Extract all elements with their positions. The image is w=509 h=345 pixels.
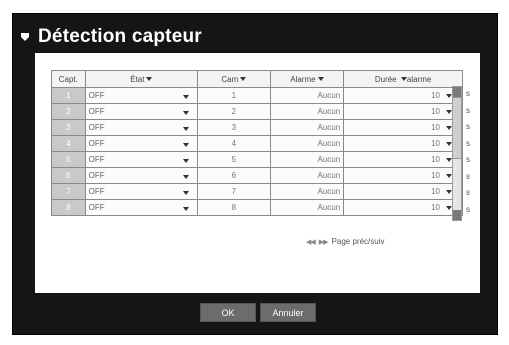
page-navigation: ◀◀ ▶▶ Page préc/suiv (306, 237, 384, 246)
alarm-cell[interactable]: Aucun (269, 119, 345, 136)
sort-down-icon (317, 77, 324, 82)
capt-cell: 1 (51, 87, 86, 104)
state-select[interactable]: OFF (84, 151, 199, 168)
col-header-cam[interactable]: Cam (197, 70, 271, 88)
alarm-cell[interactable]: Aucun (269, 151, 345, 168)
sort-down-icon (146, 77, 153, 82)
page-title: Détection capteur (38, 26, 202, 47)
duration-unit: s (466, 204, 470, 214)
cancel-button[interactable]: Annuler (260, 303, 316, 322)
state-select[interactable]: OFF (84, 199, 199, 216)
duration-select[interactable]: 10 (343, 183, 463, 200)
table-row: 3 OFF 3 Aucun 10 (51, 119, 463, 136)
table-row: 5 OFF 5 Aucun 10 (51, 151, 463, 168)
page-nav-label: Page préc/suiv (331, 237, 385, 246)
next-page-icon[interactable]: ▶▶ (319, 238, 329, 246)
duration-select[interactable]: 10 (343, 135, 463, 152)
duration-unit: s (466, 155, 470, 164)
table-row: 6 OFF 6 Aucun 10 (51, 167, 463, 184)
sensor-table: Capt. État Cam Alarme Durée alarme 1 OFF… (51, 70, 463, 216)
chevron-down-icon (183, 191, 190, 195)
table-row: 2 OFF 2 Aucun 10 (51, 103, 463, 120)
table-row: 7 OFF 7 Aucun 10 (51, 183, 463, 200)
duration-select[interactable]: 10 (343, 199, 463, 216)
cam-cell[interactable]: 1 (197, 87, 271, 104)
duration-unit: s (466, 89, 470, 98)
chevron-down-icon (183, 159, 190, 163)
col-header-capt: Capt. (51, 70, 86, 88)
state-select[interactable]: OFF (84, 167, 199, 184)
capt-cell: 7 (51, 183, 86, 200)
duration-unit: s (466, 122, 470, 131)
duration-select[interactable]: 10 (343, 167, 463, 184)
capt-cell: 5 (51, 151, 86, 168)
alarm-cell[interactable]: Aucun (269, 103, 345, 120)
state-select[interactable]: OFF (84, 87, 199, 104)
cam-cell[interactable]: 2 (197, 103, 271, 120)
capt-cell: 8 (51, 199, 86, 216)
chevron-down-icon (183, 111, 190, 115)
duration-unit: s (466, 188, 470, 197)
table-row: 8 OFF 8 Aucun 10 (51, 199, 463, 216)
duration-unit: s (466, 138, 470, 148)
state-select[interactable]: OFF (84, 103, 199, 120)
col-header-alarme[interactable]: Alarme (269, 70, 345, 88)
alarm-cell[interactable]: Aucun (269, 135, 345, 152)
scroll-thumb[interactable] (453, 97, 461, 159)
col-header-duree[interactable]: Durée alarme (343, 70, 463, 88)
state-select[interactable]: OFF (84, 135, 199, 152)
state-select[interactable]: OFF (84, 183, 199, 200)
alarm-cell[interactable]: Aucun (269, 167, 345, 184)
col-header-etat[interactable]: État (84, 70, 199, 88)
alarm-cell[interactable]: Aucun (269, 183, 345, 200)
capt-cell: 3 (51, 119, 86, 136)
duration-unit: s (466, 171, 470, 181)
duration-select[interactable]: 10 (343, 103, 463, 120)
table-row: 1 OFF 1 Aucun 10 (51, 87, 463, 104)
duration-select[interactable]: 10 (343, 119, 463, 136)
table-header-row: Capt. État Cam Alarme Durée alarme (51, 70, 463, 88)
alarm-cell[interactable]: Aucun (269, 87, 345, 104)
chevron-down-icon (183, 95, 190, 99)
duration-unit: s (466, 105, 470, 115)
alarm-cell[interactable]: Aucun (269, 199, 345, 216)
cam-cell[interactable]: 3 (197, 119, 271, 136)
capt-cell: 4 (51, 135, 86, 152)
shield-icon (21, 33, 29, 41)
table-row: 4 OFF 4 Aucun 10 (51, 135, 463, 152)
duration-select[interactable]: 10 (343, 87, 463, 104)
duration-unit-column: s s s s s s s s (466, 86, 470, 218)
vertical-scrollbar[interactable] (452, 86, 462, 221)
capt-cell: 2 (51, 103, 86, 120)
cam-cell[interactable]: 6 (197, 167, 271, 184)
cam-cell[interactable]: 7 (197, 183, 271, 200)
cam-cell[interactable]: 4 (197, 135, 271, 152)
chevron-down-icon (183, 207, 190, 211)
cam-cell[interactable]: 8 (197, 199, 271, 216)
chevron-down-icon (183, 127, 190, 131)
duration-select[interactable]: 10 (343, 151, 463, 168)
dialog-title-row: Détection capteur (20, 26, 202, 48)
chevron-down-icon (183, 175, 190, 179)
state-select[interactable]: OFF (84, 119, 199, 136)
scroll-up-button[interactable] (453, 87, 461, 97)
sort-down-icon (240, 77, 247, 82)
chevron-down-icon (183, 143, 190, 147)
ok-button[interactable]: OK (200, 303, 256, 322)
prev-page-icon[interactable]: ◀◀ (306, 238, 316, 246)
cam-cell[interactable]: 5 (197, 151, 271, 168)
scroll-down-button[interactable] (453, 210, 461, 220)
capt-cell: 6 (51, 167, 86, 184)
